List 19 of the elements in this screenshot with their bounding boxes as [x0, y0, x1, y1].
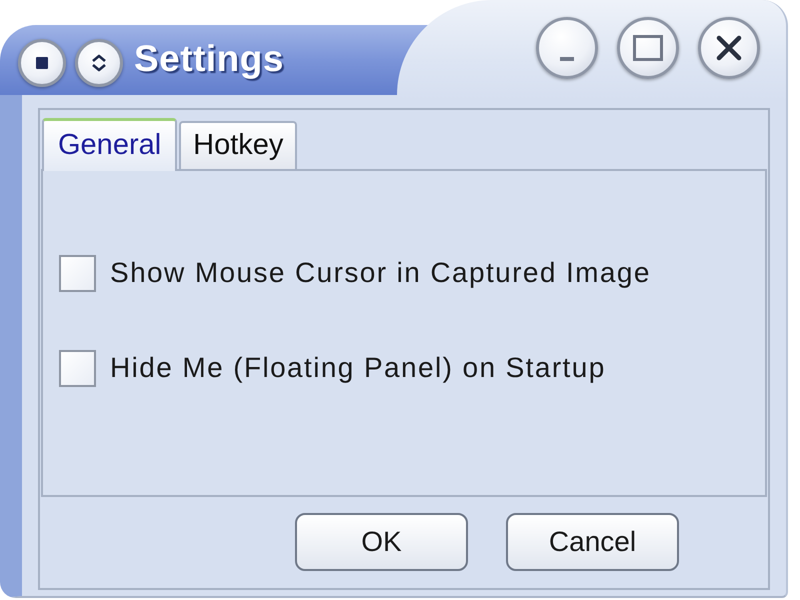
window-menu-button[interactable] [18, 38, 66, 86]
maximize-button[interactable] [617, 17, 679, 79]
roll-up-button[interactable] [75, 38, 123, 86]
minimize-button[interactable] [536, 17, 598, 79]
minimize-icon [560, 57, 574, 61]
close-button[interactable] [698, 17, 760, 79]
tab[interactable]: Hotkey [179, 121, 298, 169]
checkbox[interactable] [59, 350, 96, 386]
maximize-icon [633, 35, 663, 61]
ok-button[interactable]: OK [295, 512, 468, 570]
checkbox[interactable] [59, 254, 96, 292]
checkbox-label[interactable]: Hide Me (Floating Panel) on Startup [110, 347, 606, 389]
tab[interactable]: General [42, 118, 178, 171]
up-down-chevron-icon [91, 54, 107, 72]
cancel-button[interactable]: Cancel [506, 512, 679, 570]
square-icon [36, 56, 48, 68]
checkbox-label[interactable]: Show Mouse Cursor in Captured Image [110, 252, 651, 294]
window-title: Settings [134, 36, 284, 81]
close-icon [716, 35, 742, 61]
